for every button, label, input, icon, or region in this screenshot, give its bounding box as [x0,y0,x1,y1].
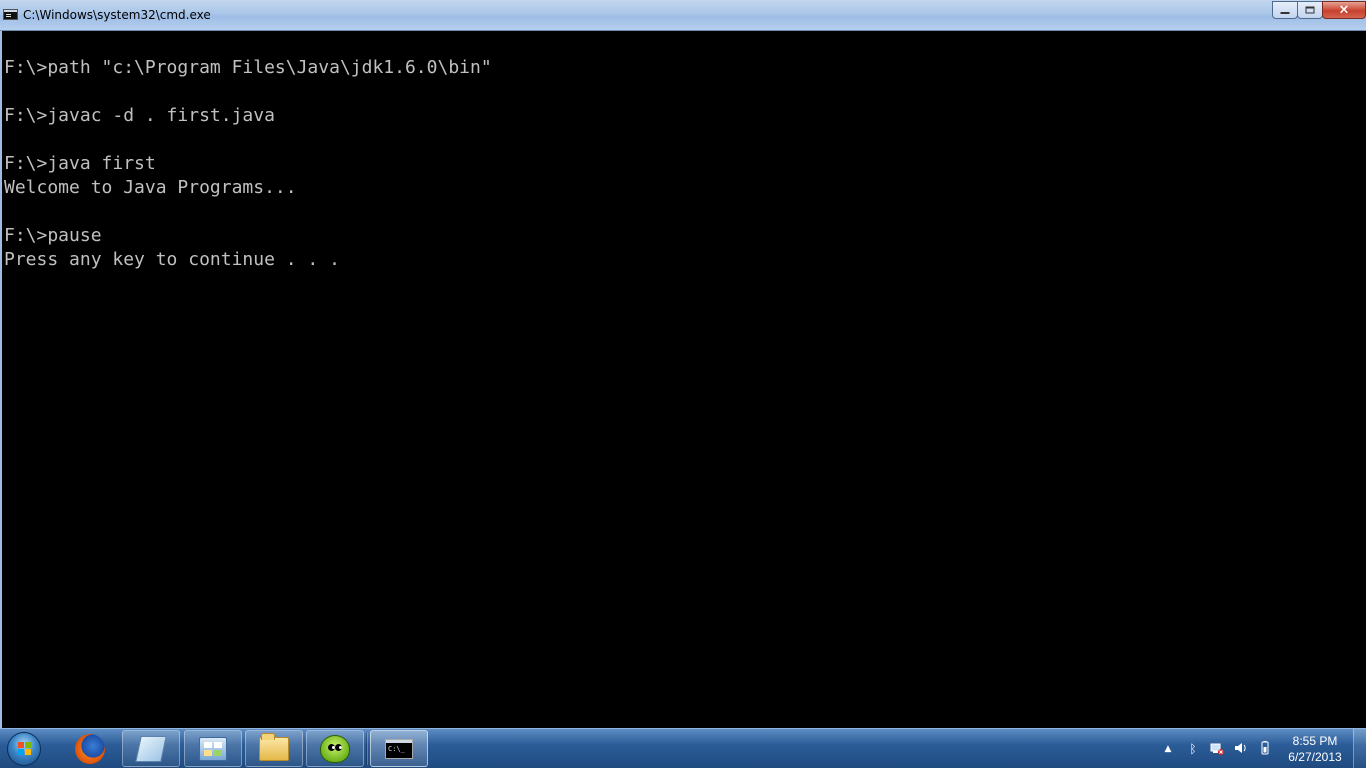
console-line: Welcome to Java Programs... [4,177,297,198]
window-title-bar[interactable]: C:\Windows\system32\cmd.exe × [0,0,1366,31]
bluetooth-icon[interactable]: ᛒ [1186,741,1200,757]
console-line: Press any key to continue . . . [4,249,340,270]
taskbar-control-panel[interactable] [184,730,242,767]
console-line: F:\>pause [4,225,102,246]
taskbar: ▲ ᛒ 8:55 PM 6/27/2013 [0,728,1366,768]
show-desktop-button[interactable] [1353,729,1366,768]
close-icon: × [1338,2,1350,18]
console-output[interactable]: F:\>path "c:\Program Files\Java\jdk1.6.0… [0,31,1366,728]
taskbar-separator [366,733,367,765]
network-icon[interactable] [1210,741,1224,757]
minimize-icon [1280,12,1290,14]
taskbar-cmd[interactable] [370,730,428,767]
taskbar-notepad[interactable] [122,730,180,767]
pen-notepad-icon [135,735,167,762]
start-button[interactable] [4,730,44,768]
console-line: F:\>path "c:\Program Files\Java\jdk1.6.0… [4,57,492,78]
clock-time: 8:55 PM [1292,734,1338,748]
control-panel-icon [199,736,227,761]
taskbar-firefox[interactable] [61,730,119,767]
window-title: C:\Windows\system32\cmd.exe [23,8,211,22]
cmd-icon[interactable] [3,9,18,20]
console-line: F:\>java first [4,153,156,174]
window-controls: × [1272,1,1366,20]
windows-start-orb-icon [7,732,41,766]
taskbar-explorer[interactable] [245,730,303,767]
taskbar-clock[interactable]: 8:55 PM 6/27/2013 [1280,733,1350,765]
show-hidden-icons-arrow-icon[interactable]: ▲ [1161,741,1175,757]
close-button[interactable]: × [1322,1,1366,19]
clock-date: 6/27/2013 [1288,750,1342,764]
maximize-icon [1305,6,1315,14]
firefox-icon [75,733,105,764]
folder-icon [259,732,289,761]
cmd-icon [385,738,413,759]
green-character-icon [320,734,350,763]
volume-icon[interactable] [1234,741,1248,757]
taskbar-green-app[interactable] [306,730,364,767]
console-line: F:\>javac -d . first.java [4,105,275,126]
maximize-button[interactable] [1297,1,1323,19]
minimize-button[interactable] [1272,1,1298,19]
battery-icon[interactable] [1258,741,1272,757]
